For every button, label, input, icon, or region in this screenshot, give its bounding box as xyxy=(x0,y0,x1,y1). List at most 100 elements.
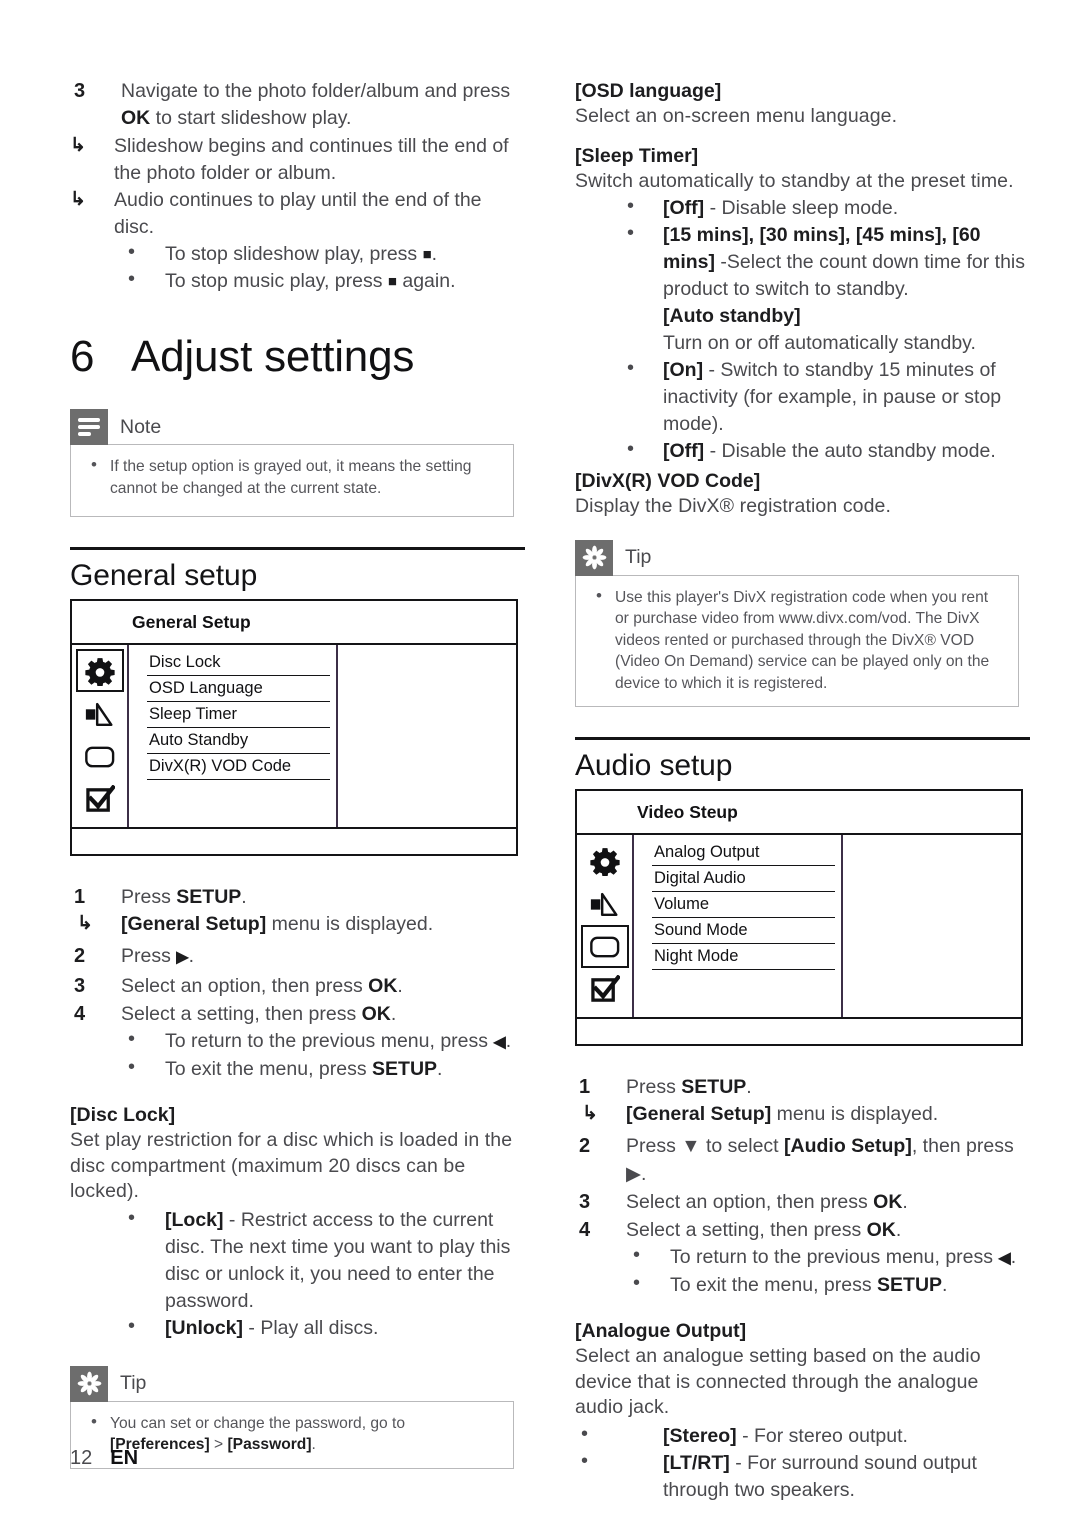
step-1-result: ↳ [General Setup] menu is displayed. xyxy=(70,911,525,938)
bullet-tail: again. xyxy=(396,270,456,292)
note-badge xyxy=(70,409,108,445)
step-2: 2 Press ▶. xyxy=(70,942,525,972)
ok-key-label: OK xyxy=(866,1219,896,1242)
tip-tab: Tip xyxy=(70,1365,514,1402)
right-arrow-key-icon: ▶ xyxy=(176,949,189,966)
step-1: 1 Press SETUP. xyxy=(70,883,525,911)
bullet-tail: . xyxy=(1010,1246,1017,1269)
ok-key-label: OK xyxy=(121,107,151,129)
bullet-tail: . xyxy=(505,1030,512,1052)
bullet-text: To return to the previous menu, press xyxy=(165,1030,494,1052)
checkbox-icon xyxy=(85,785,115,812)
step-number: 2 xyxy=(74,945,86,967)
audio-setup-section: Audio setup xyxy=(575,737,1030,789)
note-text: If the setup option is grayed out, it me… xyxy=(110,458,472,497)
general-setup-section: General setup xyxy=(70,547,525,599)
osd-menu-item[interactable]: Sleep Timer xyxy=(147,702,330,728)
step-text: Select an option, then press xyxy=(121,975,369,997)
osd-icon-video[interactable] xyxy=(581,925,629,969)
tip-text-3: . xyxy=(311,1436,316,1454)
step-text-part-2: to start slideshow play. xyxy=(150,107,352,129)
auto-standby-option-off: • [Off] - Disable the auto standby mode. xyxy=(575,438,1030,465)
page-language: EN xyxy=(110,1447,139,1469)
tip-text: Use this player's DivX registration code… xyxy=(615,588,990,692)
osd-menu-item[interactable]: OSD Language xyxy=(147,676,330,702)
osd-icon-preferences[interactable] xyxy=(581,968,629,1011)
step-text: Press ▼ to select xyxy=(626,1135,785,1158)
osd-menu-item[interactable]: Sound Mode xyxy=(652,918,835,945)
note-callout: Note • If the setup option is grayed out… xyxy=(70,409,514,517)
general-setup-osd-screen: General Setup Disc Lock OSD Language Sle… xyxy=(70,599,518,856)
bullet-dot-icon: • xyxy=(633,1272,641,1295)
tip-star-icon xyxy=(77,1371,101,1396)
osd-menu-item[interactable]: Analog Output xyxy=(652,840,835,867)
bullet-dot-icon: • xyxy=(627,222,635,245)
step-number: 3 xyxy=(579,1191,591,1214)
audio-setup-osd-screen: Video Steup Analog Output Digital Audio … xyxy=(575,789,1023,1047)
disc-lock-option-lock: • [Lock] - Restrict access to the curren… xyxy=(70,1207,525,1315)
disc-lock-body: Set play restriction for a disc which is… xyxy=(70,1129,513,1203)
osd-icon-audio[interactable] xyxy=(581,882,629,925)
step-sub-bullet-1: • To return to the previous menu, press … xyxy=(575,1244,1030,1272)
osd-icon-general[interactable] xyxy=(581,839,629,882)
bullet-dot-icon: • xyxy=(581,1450,589,1473)
left-arrow-key-icon: ◀ xyxy=(493,1034,506,1051)
tip-badge xyxy=(70,1365,108,1402)
tip-body: • Use this player's DivX registration co… xyxy=(575,574,1019,708)
setup-key-label: SETUP xyxy=(877,1274,943,1297)
sleep-timer-title: [Sleep Timer] xyxy=(575,144,699,167)
option-label: [Stereo] xyxy=(663,1425,737,1448)
osd-icon-preferences[interactable] xyxy=(76,778,124,821)
tip-bullet: • Use this player's DivX registration co… xyxy=(590,585,1004,695)
step-4: 4 Select a setting, then press OK. xyxy=(575,1216,1030,1244)
osd-language-body: Select an on-screen menu language. xyxy=(575,105,898,127)
general-setup-steps: 1 Press SETUP. ↳ [General Setup] menu is… xyxy=(70,883,525,1083)
speaker-icon xyxy=(590,892,618,916)
step-number: 3 xyxy=(74,80,86,102)
osd-icon-audio[interactable] xyxy=(76,692,124,735)
osd-menu-item[interactable]: DivX(R) VOD Code xyxy=(147,754,330,780)
osd-footer xyxy=(577,1019,1021,1044)
osd-menu-item[interactable]: Night Mode xyxy=(652,944,835,971)
step-3: 3 Select an option, then press OK. xyxy=(70,972,525,1000)
divx-vod-body: Display the DivX® registration code. xyxy=(575,495,892,518)
sleep-timer-option-off: • [Off] - Disable sleep mode. xyxy=(575,195,1030,222)
osd-icon-rail xyxy=(577,835,634,1018)
osd-menu-item[interactable]: Volume xyxy=(652,892,835,919)
disc-lock-title: [Disc Lock] xyxy=(70,1104,176,1126)
result-text: Slideshow begins and continues till the … xyxy=(114,135,509,184)
sleep-timer-body: Switch automatically to standby at the p… xyxy=(575,169,1014,192)
step-tail: . xyxy=(746,1076,752,1099)
step-tail: . xyxy=(188,945,194,967)
setup-key-label: SETUP xyxy=(372,1058,438,1080)
step-number: 3 xyxy=(74,975,86,997)
left-column: 3 Navigate to the photo folder/album and… xyxy=(70,78,525,1469)
step-number: 2 xyxy=(579,1135,591,1158)
option-text: - Disable sleep mode. xyxy=(704,197,899,220)
step-tail: . xyxy=(390,1003,397,1025)
step-tail: . xyxy=(241,886,247,908)
bullet-dot-icon: • xyxy=(91,1411,97,1431)
osd-menu-item[interactable]: Digital Audio xyxy=(652,866,835,893)
step-sub-bullet-2: • To exit the menu, press SETUP. xyxy=(70,1056,525,1083)
option-label: [LT/RT] xyxy=(663,1452,730,1475)
osd-main: Disc Lock OSD Language Sleep Timer Auto … xyxy=(72,645,516,829)
step-tail: . xyxy=(902,1191,908,1214)
osd-menu-item[interactable]: Disc Lock xyxy=(147,650,330,676)
osd-menu-item[interactable]: Auto Standby xyxy=(147,728,330,754)
step-3: 3 Navigate to the photo folder/album and… xyxy=(70,78,525,132)
osd-icon-video[interactable] xyxy=(76,735,124,778)
step-sub-bullet-2: • To exit the menu, press SETUP. xyxy=(575,1272,1030,1299)
osd-icon-general[interactable] xyxy=(76,649,124,692)
step-4: 4 Select a setting, then press OK. xyxy=(70,1000,525,1028)
speaker-icon xyxy=(85,702,113,726)
chapter-title: Adjust settings xyxy=(131,332,415,381)
arrow-icon: ↳ xyxy=(582,1103,598,1125)
result-text: menu is displayed. xyxy=(266,913,434,935)
analogue-output-option-ltrt: • [LT/RT] - For surround sound output th… xyxy=(575,1450,1030,1504)
step-text: Select a setting, then press xyxy=(626,1219,867,1242)
right-column: [OSD language] Select an on-screen menu … xyxy=(575,78,1030,1504)
bullet-dot-icon: • xyxy=(596,585,602,605)
osd-footer xyxy=(72,829,516,854)
option-label: [Lock] xyxy=(165,1208,224,1231)
